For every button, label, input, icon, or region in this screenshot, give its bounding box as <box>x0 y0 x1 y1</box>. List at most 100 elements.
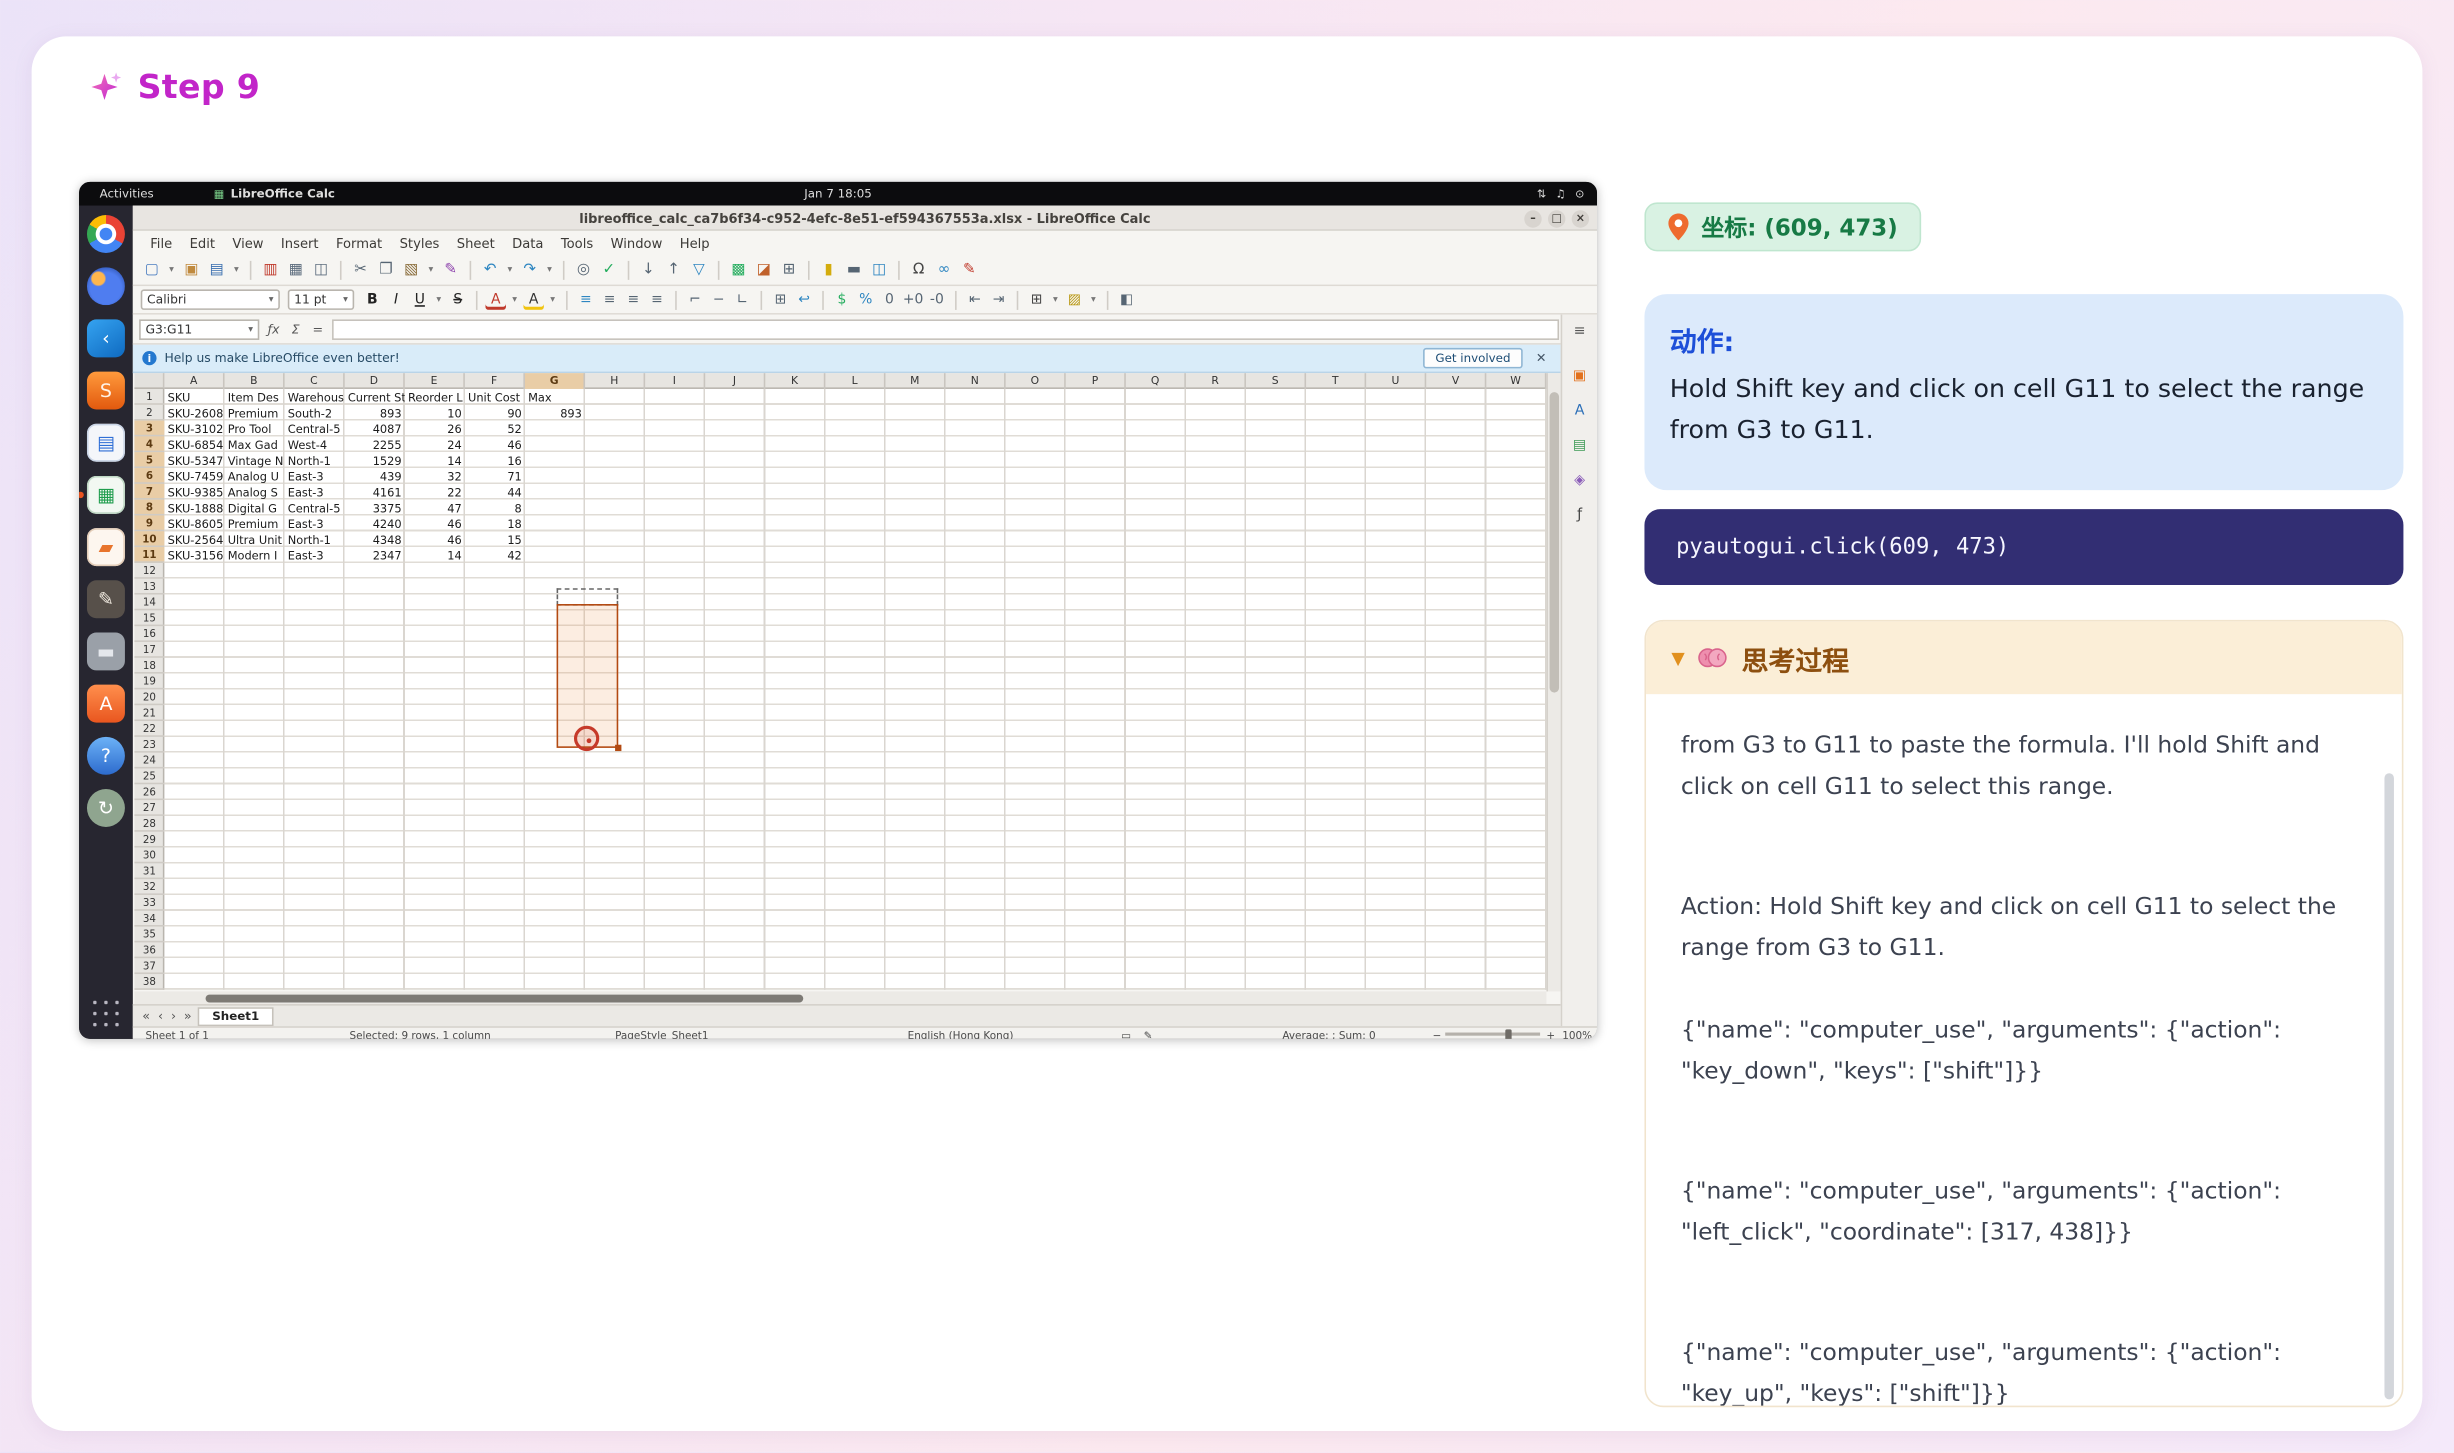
properties-icon[interactable]: ▣ <box>1569 365 1591 387</box>
cell-B6[interactable]: Analog U <box>225 468 285 484</box>
cell-C9[interactable]: East-3 <box>285 515 345 531</box>
menu-item-insert[interactable]: Insert <box>273 233 326 252</box>
zoom-in-button[interactable]: + <box>1546 1029 1555 1039</box>
undo-dropdown-icon[interactable]: ▾ <box>504 259 515 281</box>
column-header-R[interactable]: R <box>1186 373 1246 389</box>
row-header-23[interactable]: 23 <box>134 737 164 753</box>
modified-icon[interactable]: ✎ <box>1144 1029 1153 1039</box>
row-header-9[interactable]: 9 <box>134 515 164 531</box>
column-header-Q[interactable]: Q <box>1126 373 1186 389</box>
column-header-J[interactable]: J <box>705 373 765 389</box>
row-header-22[interactable]: 22 <box>134 721 164 737</box>
cell-E11[interactable]: 14 <box>405 547 465 563</box>
close-button[interactable]: × <box>1572 210 1589 227</box>
functions-icon[interactable]: ƒ <box>1569 504 1591 526</box>
cell-C2[interactable]: South-2 <box>285 405 345 421</box>
cell-F8[interactable]: 8 <box>465 500 525 516</box>
zoom-slider-thumb[interactable] <box>1505 1029 1511 1039</box>
menu-item-help[interactable]: Help <box>672 233 718 252</box>
function-wizard-icon[interactable]: ƒx <box>264 319 283 338</box>
cell-A8[interactable]: SKU-1888 <box>164 500 224 516</box>
menu-item-window[interactable]: Window <box>603 233 671 252</box>
prev-sheet-button[interactable]: ‹ <box>155 1009 166 1023</box>
column-header-L[interactable]: L <box>825 373 885 389</box>
row-header-18[interactable]: 18 <box>134 658 164 674</box>
row-header-3[interactable]: 3 <box>134 421 164 437</box>
updater-icon[interactable]: ↻ <box>87 789 125 827</box>
cell-C5[interactable]: North-1 <box>285 452 345 468</box>
system-tray[interactable]: ⇅♫⊙ <box>1537 187 1584 200</box>
open-icon[interactable]: ▣ <box>180 259 202 281</box>
insert-comment-icon[interactable]: ▮ <box>817 259 839 281</box>
cell-F9[interactable]: 18 <box>465 515 525 531</box>
row-header-10[interactable]: 10 <box>134 531 164 547</box>
insert-mode-icon[interactable]: ▭ <box>1121 1029 1131 1039</box>
impress-icon[interactable]: ▰ <box>87 528 125 566</box>
navigator-icon[interactable]: ◈ <box>1569 470 1591 492</box>
row-header-14[interactable]: 14 <box>134 595 164 611</box>
align-center-icon[interactable]: ≡ <box>599 289 620 310</box>
row-header-32[interactable]: 32 <box>134 879 164 895</box>
close-icon[interactable]: ✕ <box>1531 351 1551 365</box>
spelling-icon[interactable]: ✓ <box>598 259 620 281</box>
cell-B8[interactable]: Digital G <box>225 500 285 516</box>
zoom-slider[interactable] <box>1445 1033 1540 1036</box>
cell-A10[interactable]: SKU-2564 <box>164 531 224 547</box>
menu-item-styles[interactable]: Styles <box>392 233 448 252</box>
clock[interactable]: Jan 7 18:05 <box>804 187 872 201</box>
column-header-N[interactable]: N <box>946 373 1006 389</box>
row-header-38[interactable]: 38 <box>134 974 164 990</box>
bold-icon[interactable]: B <box>362 289 383 310</box>
row-header-37[interactable]: 37 <box>134 958 164 974</box>
cell-B11[interactable]: Modern I <box>225 547 285 563</box>
row-header-15[interactable]: 15 <box>134 610 164 626</box>
italic-icon[interactable]: I <box>386 289 407 310</box>
headers-footers-icon[interactable]: ▬ <box>843 259 865 281</box>
cell-E7[interactable]: 22 <box>405 484 465 500</box>
cell-E2[interactable]: 10 <box>405 405 465 421</box>
zoom-out-button[interactable]: − <box>1433 1029 1442 1039</box>
underline-icon[interactable]: U <box>410 289 431 310</box>
cell-C1[interactable]: Warehous <box>285 389 345 405</box>
column-header-A[interactable]: A <box>164 373 224 389</box>
show-apps-icon[interactable] <box>90 998 122 1030</box>
orange-app-icon[interactable]: S <box>87 372 125 410</box>
menu-item-view[interactable]: View <box>224 233 271 252</box>
cell-A7[interactable]: SKU-9385 <box>164 484 224 500</box>
window-titlebar[interactable]: libreoffice_calc_ca7b6f34-c952-4efc-8e51… <box>133 206 1597 231</box>
row-header-33[interactable]: 33 <box>134 895 164 911</box>
row-header-17[interactable]: 17 <box>134 642 164 658</box>
align-bottom-icon[interactable]: ∟ <box>732 289 753 310</box>
center-vertically-icon[interactable]: − <box>708 289 729 310</box>
strikethrough-icon[interactable]: S <box>447 289 468 310</box>
activities-button[interactable]: Activities <box>100 187 154 201</box>
styles-icon[interactable]: A <box>1569 400 1591 422</box>
row-header-34[interactable]: 34 <box>134 911 164 927</box>
name-box[interactable]: G3:G11 ▾ <box>139 319 259 340</box>
copy-icon[interactable]: ❐ <box>375 259 397 281</box>
menu-item-edit[interactable]: Edit <box>182 233 223 252</box>
row-header-7[interactable]: 7 <box>134 484 164 500</box>
sheet-tab[interactable]: Sheet1 <box>198 1006 273 1025</box>
align-left-icon[interactable]: ≡ <box>576 289 597 310</box>
equals-icon[interactable]: = <box>308 319 327 338</box>
print-preview-icon[interactable]: ◫ <box>310 259 332 281</box>
cell-D9[interactable]: 4240 <box>345 515 405 531</box>
format-number-icon[interactable]: 0 <box>879 289 900 310</box>
spreadsheet-grid[interactable]: SKUItem DesWarehousCurrent StReorder LUn… <box>164 389 1546 990</box>
find-replace-icon[interactable]: ◎ <box>572 259 594 281</box>
writer-icon[interactable]: ▤ <box>87 424 125 462</box>
cell-A9[interactable]: SKU-8605 <box>164 515 224 531</box>
cell-B1[interactable]: Item Des <box>225 389 285 405</box>
insert-pivot-table-icon[interactable]: ⊞ <box>778 259 800 281</box>
justify-icon[interactable]: ≡ <box>647 289 668 310</box>
menu-item-sheet[interactable]: Sheet <box>449 233 503 252</box>
vertical-scrollbar-thumb[interactable] <box>1550 392 1559 692</box>
cell-E1[interactable]: Reorder L <box>405 389 465 405</box>
background-color-icon[interactable]: ▨ <box>1064 289 1085 310</box>
font-color-icon[interactable]: A <box>485 289 506 310</box>
firefox-icon[interactable] <box>87 267 125 305</box>
cell-C3[interactable]: Central-5 <box>285 421 345 437</box>
paste-icon[interactable]: ▧ <box>400 259 422 281</box>
cell-E3[interactable]: 26 <box>405 421 465 437</box>
